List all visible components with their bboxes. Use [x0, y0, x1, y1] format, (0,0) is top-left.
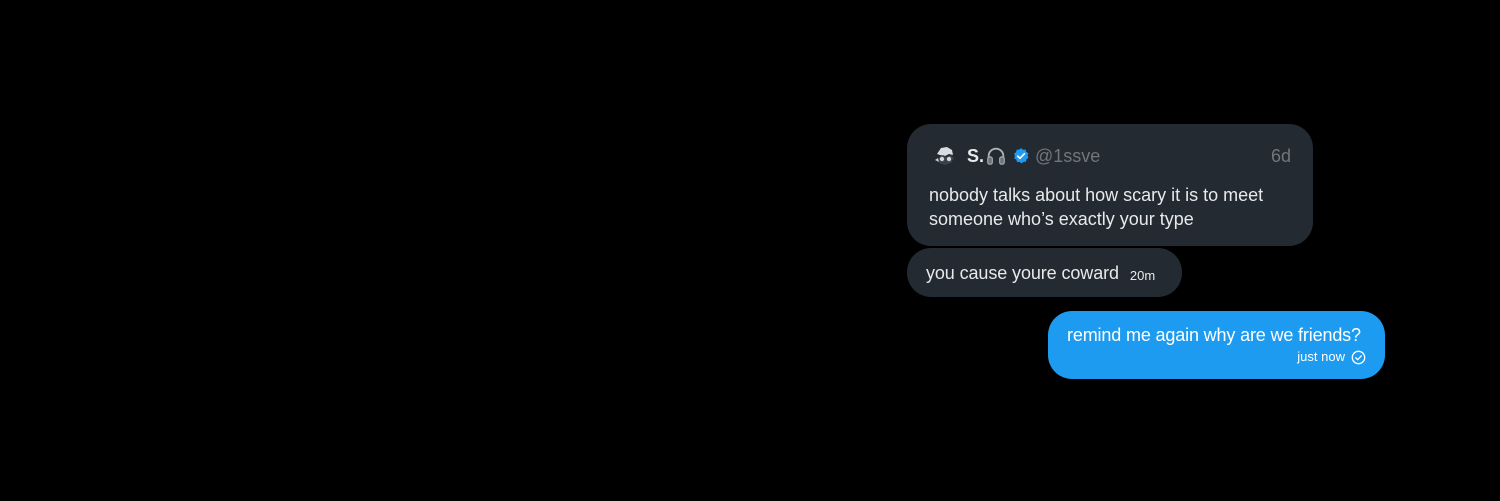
- avatar[interactable]: [931, 142, 959, 170]
- headphones-icon: [987, 147, 1005, 165]
- received-message-text: you cause youre coward: [926, 262, 1119, 283]
- received-message-bubble[interactable]: you cause youre coward 20m: [907, 248, 1182, 297]
- check-circle-icon: [1351, 350, 1366, 364]
- quoted-post-card[interactable]: S. @1ssve 6d nobody talks about how scar…: [907, 124, 1313, 246]
- sent-message-time: just now: [1297, 349, 1345, 364]
- quoted-post-age: 6d: [1270, 146, 1291, 166]
- sent-message-text: remind me again why are we friends?: [1067, 325, 1361, 345]
- quoted-post-header: S. @1ssve 6d: [929, 142, 1291, 170]
- sent-message-bubble[interactable]: remind me again why are we friends? just…: [1048, 311, 1385, 379]
- received-message-time: 20m: [1129, 267, 1156, 283]
- quoted-author-name[interactable]: S.: [967, 144, 984, 168]
- sent-message-meta: just now: [1297, 348, 1366, 366]
- dm-conversation: S. @1ssve 6d nobody talks about how scar…: [0, 0, 1500, 501]
- quoted-post-text: nobody talks about how scary it is to me…: [929, 185, 1264, 229]
- verified-badge-icon: [1014, 148, 1029, 164]
- quoted-author-handle[interactable]: @1ssve: [1035, 144, 1100, 168]
